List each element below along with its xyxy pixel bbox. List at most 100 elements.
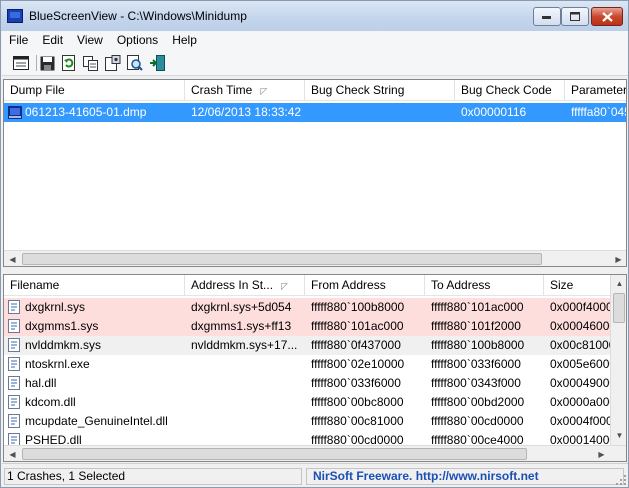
cell-from: fffff880`00c81000 xyxy=(311,414,404,428)
crash-list[interactable]: Dump File Crash Time ◸ Bug Check String B… xyxy=(3,79,627,267)
cell-to: fffff880`100b8000 xyxy=(431,338,525,352)
scroll-right-button[interactable]: ▶ xyxy=(593,446,610,461)
menu-help[interactable]: Help xyxy=(165,31,204,50)
copy-button[interactable] xyxy=(82,54,100,72)
menu-file[interactable]: File xyxy=(2,31,35,50)
sort-arrow-icon: ◸ xyxy=(260,86,268,96)
scroll-thumb[interactable] xyxy=(613,293,625,323)
exit-icon xyxy=(150,55,165,71)
html-report-button[interactable] xyxy=(104,54,122,72)
cell-from: fffff800`00bc8000 xyxy=(311,395,404,409)
cell-parameter: fffffa80`045 xyxy=(571,105,627,119)
module-list-horizontal-scrollbar[interactable]: ◀ ▶ xyxy=(4,445,626,461)
cell-bug-check-string xyxy=(305,103,455,122)
column-header-bug-check-code[interactable]: Bug Check Code xyxy=(455,80,565,101)
resize-grip-icon[interactable] xyxy=(616,475,626,485)
cell-from: fffff880`0f437000 xyxy=(311,338,401,352)
module-row[interactable]: hal.dll fffff800`033f6000 fffff800`0343f00… xyxy=(4,374,610,393)
refresh-icon xyxy=(61,55,75,71)
nirsoft-link[interactable]: NirSoft Freeware. http://www.nirsoft.net xyxy=(306,468,624,485)
scroll-down-button[interactable]: ▼ xyxy=(611,427,626,444)
module-list-header: Filename Address In St... ◸ From Address … xyxy=(4,275,611,296)
column-header-parameter[interactable]: Parameter xyxy=(565,80,626,101)
column-header-bug-check-string[interactable]: Bug Check String xyxy=(305,80,455,101)
scroll-left-button[interactable]: ◀ xyxy=(4,251,21,266)
column-header-from-address[interactable]: From Address xyxy=(305,275,425,296)
cell-size: 0x00046000 xyxy=(550,319,610,333)
module-row[interactable]: nvlddmkm.sys nvlddmkm.sys+17... fffff880`0… xyxy=(4,336,610,355)
app-name: BlueScreenView xyxy=(29,9,117,23)
scroll-thumb[interactable] xyxy=(22,253,542,265)
scroll-left-button[interactable]: ◀ xyxy=(4,446,21,461)
module-row[interactable]: dxgmms1.sys dxgmms1.sys+ff13 fffff880`101a… xyxy=(4,317,610,336)
scroll-right-button[interactable]: ▶ xyxy=(610,251,626,266)
module-row[interactable]: dxgkrnl.sys dxgkrnl.sys+5d054 fffff880`100… xyxy=(4,298,610,317)
module-row[interactable]: ntoskrnl.exe fffff800`02e10000 fffff800`03… xyxy=(4,355,610,374)
crash-list-horizontal-scrollbar[interactable]: ◀ ▶ xyxy=(4,250,626,266)
cell-filename: dxgkrnl.sys xyxy=(25,300,86,314)
cell-filename: dxgmms1.sys xyxy=(25,319,99,333)
cell-size: 0x000f4000 xyxy=(550,300,610,314)
column-header-crash-time-label: Crash Time xyxy=(191,83,253,97)
cell-from: fffff880`100b8000 xyxy=(311,300,405,314)
sort-arrow-icon: ◸ xyxy=(281,281,288,291)
properties-icon xyxy=(13,56,29,70)
cell-filename: nvlddmkm.sys xyxy=(25,338,102,352)
cell-to: fffff880`101ac000 xyxy=(431,300,524,314)
cell-size: 0x00c81000 xyxy=(550,338,610,352)
cell-size: 0x0004f000 xyxy=(550,414,610,428)
copy-icon xyxy=(83,55,98,71)
module-list[interactable]: Filename Address In St... ◸ From Address … xyxy=(3,274,627,462)
module-list-vertical-scrollbar[interactable]: ▲ ▼ xyxy=(610,275,626,445)
cell-to: fffff800`00bd2000 xyxy=(431,395,525,409)
menu-view[interactable]: View xyxy=(70,31,110,50)
properties-button[interactable] xyxy=(12,54,30,72)
cell-address-in-stack xyxy=(185,393,305,412)
column-header-to-address[interactable]: To Address xyxy=(425,275,544,296)
window-path: C:\Windows\Minidump xyxy=(127,9,247,23)
cell-filename: hal.dll xyxy=(25,376,57,390)
cell-from: fffff800`033f6000 xyxy=(311,376,401,390)
scroll-up-button[interactable]: ▲ xyxy=(611,275,626,292)
column-header-filename[interactable]: Filename xyxy=(4,275,185,296)
cell-from: fffff800`02e10000 xyxy=(311,357,405,371)
menu-edit[interactable]: Edit xyxy=(35,31,70,50)
toolbar xyxy=(2,50,628,76)
minimize-button[interactable] xyxy=(533,7,561,26)
maximize-button[interactable] xyxy=(561,7,589,26)
cell-dump-file: 061213-41605-01.dmp xyxy=(25,105,147,119)
refresh-button[interactable] xyxy=(60,54,78,72)
column-header-size[interactable]: Size xyxy=(544,275,614,296)
status-bar: 1 Crashes, 1 Selected NirSoft Freeware. … xyxy=(2,463,628,487)
pane-splitter[interactable] xyxy=(3,267,627,274)
exit-button[interactable] xyxy=(148,54,166,72)
cell-address-in-stack: nvlddmkm.sys+17... xyxy=(191,338,298,352)
cell-address-in-stack xyxy=(185,412,305,431)
cell-address-in-stack xyxy=(185,355,305,374)
minimize-icon xyxy=(542,15,551,19)
cell-to: fffff800`0343f000 xyxy=(431,376,521,390)
save-icon xyxy=(40,56,54,70)
crash-row[interactable]: 061213-41605-01.dmp 12/06/2013 18:33:42 … xyxy=(4,103,626,122)
find-button[interactable] xyxy=(126,54,144,72)
cell-size: 0x005e6000 xyxy=(550,357,610,371)
cell-to: fffff880`101f2000 xyxy=(431,319,521,333)
module-row[interactable]: kdcom.dll fffff800`00bc8000 fffff800`00bd2… xyxy=(4,393,610,412)
column-header-crash-time[interactable]: Crash Time ◸ xyxy=(185,80,305,101)
module-row[interactable]: mcupdate_GenuineIntel.dll fffff880`00c810… xyxy=(4,412,610,431)
cell-address-in-stack xyxy=(185,374,305,393)
html-report-icon xyxy=(105,55,121,71)
close-icon xyxy=(601,11,613,22)
title-bar[interactable]: BlueScreenView - C:\Windows\Minidump xyxy=(1,1,628,31)
save-button[interactable] xyxy=(38,54,56,72)
scroll-thumb[interactable] xyxy=(22,448,527,460)
menu-options[interactable]: Options xyxy=(110,31,165,50)
cell-address-in-stack: dxgmms1.sys+ff13 xyxy=(191,319,292,333)
close-button[interactable] xyxy=(591,7,623,26)
cell-filename: kdcom.dll xyxy=(25,395,76,409)
column-header-address-in-stack[interactable]: Address In St... ◸ xyxy=(185,275,305,296)
column-header-dump-file[interactable]: Dump File xyxy=(4,80,185,101)
crash-list-header: Dump File Crash Time ◸ Bug Check String B… xyxy=(4,80,626,101)
status-selection-count: 1 Crashes, 1 Selected xyxy=(4,468,302,485)
toolbar-separator xyxy=(36,55,37,71)
